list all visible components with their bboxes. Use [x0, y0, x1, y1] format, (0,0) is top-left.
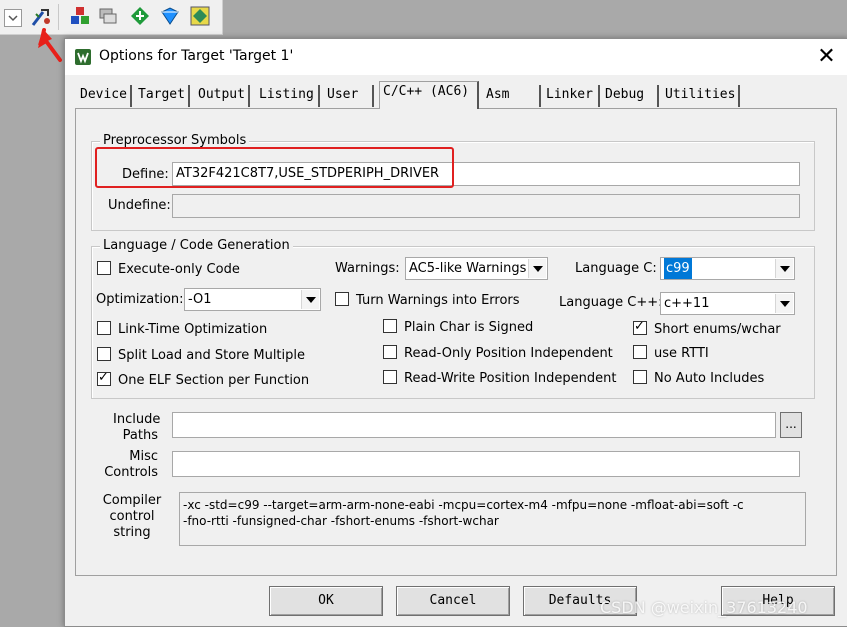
tab-c-cpp-ac6[interactable]: C/C++ (AC6) [379, 81, 479, 109]
use-rtti-box[interactable] [633, 345, 647, 359]
language-c-label: Language C: [575, 261, 657, 276]
tab-asm[interactable]: Asm [483, 85, 541, 107]
optimization-value: -O1 [188, 292, 212, 307]
split-load-label: Split Load and Store Multiple [118, 348, 305, 363]
no-auto-includes-checkbox[interactable]: No Auto Includes [633, 370, 764, 388]
read-only-pi-label: Read-Only Position Independent [404, 346, 613, 361]
ide-toolbar [0, 0, 223, 35]
read-write-pi-checkbox[interactable]: Read-Write Position Independent [383, 370, 616, 388]
execute-only-checkbox[interactable]: Execute-only Code [97, 261, 240, 279]
compiler-control-string-label: Compiler control string [102, 493, 162, 540]
plain-char-label: Plain Char is Signed [404, 320, 534, 335]
ok-button[interactable]: OK [269, 586, 383, 616]
language-c-value: c99 [664, 258, 692, 279]
use-rtti-label: use RTTI [654, 346, 709, 361]
language-cpp-value: c++11 [664, 296, 710, 311]
tab-output[interactable]: Output [195, 85, 250, 107]
include-paths-input[interactable] [172, 412, 776, 438]
options-dialog: Options for Target 'Target 1' ✕ Device T… [64, 38, 847, 627]
close-button[interactable]: ✕ [805, 39, 847, 75]
language-cpp-select[interactable]: c++11 [660, 292, 795, 315]
chevron-down-icon[interactable] [775, 294, 793, 313]
turn-warnings-box[interactable] [335, 292, 349, 306]
dropdown-toggle-icon[interactable] [4, 9, 22, 27]
link-time-optimization-checkbox[interactable]: Link-Time Optimization [97, 321, 267, 339]
cancel-button[interactable]: Cancel [396, 586, 510, 616]
execute-only-box[interactable] [97, 261, 111, 275]
tab-device[interactable]: Device [77, 85, 132, 107]
warnings-label: Warnings: [335, 261, 400, 276]
pack-installer-icon[interactable] [130, 6, 150, 26]
toolbar-separator [58, 4, 59, 30]
language-group-title: Language / Code Generation [100, 238, 293, 253]
file-extensions-icon[interactable] [98, 6, 118, 26]
one-elf-label: One ELF Section per Function [118, 373, 310, 388]
include-paths-label: Include Paths [113, 412, 161, 443]
warnings-select[interactable]: AC5-like Warnings [405, 257, 548, 280]
select-software-packs-icon[interactable] [160, 6, 180, 26]
link-time-label: Link-Time Optimization [118, 322, 268, 337]
one-elf-box[interactable] [97, 370, 111, 386]
optimization-select[interactable]: -O1 [184, 288, 321, 311]
highlight-annotation-box [95, 147, 454, 188]
misc-controls-label: Misc Controls [104, 449, 158, 480]
short-enums-label: Short enums/wchar [654, 322, 781, 337]
use-rtti-checkbox[interactable]: use RTTI [633, 345, 709, 363]
title-bar[interactable]: Options for Target 'Target 1' ✕ [65, 39, 847, 75]
optimization-label: Optimization: [96, 292, 184, 307]
tab-user[interactable]: User [324, 85, 374, 107]
preprocessor-group-title: Preprocessor Symbols [100, 133, 250, 148]
warnings-value: AC5-like Warnings [409, 261, 527, 276]
options-for-target-icon[interactable] [30, 6, 50, 26]
read-write-pi-label: Read-Write Position Independent [404, 371, 617, 386]
undefine-label: Undefine: [108, 198, 171, 213]
short-enums-wchar-checkbox[interactable]: Short enums/wchar [633, 319, 781, 339]
tab-linker[interactable]: Linker [543, 85, 600, 107]
no-auto-includes-box[interactable] [633, 370, 647, 384]
no-auto-includes-label: No Auto Includes [654, 371, 765, 386]
chevron-down-icon[interactable] [775, 259, 793, 278]
watermark: CSDN @weixin_37613240 [600, 598, 808, 617]
split-load-store-checkbox[interactable]: Split Load and Store Multiple [97, 347, 305, 365]
read-only-pi-box[interactable] [383, 345, 397, 359]
short-enums-box[interactable] [633, 319, 647, 335]
undefine-input[interactable] [172, 194, 800, 218]
compiler-control-string-field[interactable]: -xc -std=c99 --target=arm-arm-none-eabi … [179, 492, 806, 546]
split-load-box[interactable] [97, 347, 111, 361]
language-cpp-label: Language C++: [559, 295, 663, 310]
language-c-select[interactable]: c99 [660, 257, 795, 280]
turn-warnings-label: Turn Warnings into Errors [356, 293, 520, 308]
execute-only-label: Execute-only Code [118, 262, 240, 277]
link-time-box[interactable] [97, 321, 111, 335]
tab-listing[interactable]: Listing [256, 85, 320, 107]
plain-char-signed-checkbox[interactable]: Plain Char is Signed [383, 319, 533, 337]
read-only-pi-checkbox[interactable]: Read-Only Position Independent [383, 345, 613, 363]
keil-app-icon [75, 49, 91, 65]
chevron-down-icon[interactable] [301, 290, 319, 309]
dialog-title: Options for Target 'Target 1' [99, 48, 294, 64]
event-recorder-icon[interactable] [190, 6, 210, 26]
tab-utilities[interactable]: Utilities [662, 85, 740, 107]
chevron-down-icon[interactable] [528, 259, 546, 278]
turn-warnings-into-errors-checkbox[interactable]: Turn Warnings into Errors [335, 292, 520, 310]
read-write-pi-box[interactable] [383, 370, 397, 384]
one-elf-section-checkbox[interactable]: One ELF Section per Function [97, 370, 310, 390]
compiler-string-line-2: -fno-rtti -funsigned-char -fshort-enums … [183, 514, 499, 528]
misc-controls-input[interactable] [172, 451, 800, 477]
plain-char-box[interactable] [383, 319, 397, 333]
manage-components-icon[interactable] [70, 6, 90, 26]
compiler-string-line-1: -xc -std=c99 --target=arm-arm-none-eabi … [183, 498, 744, 512]
browse-include-paths-button[interactable]: ... [780, 412, 802, 438]
tab-target[interactable]: Target [135, 85, 190, 107]
tab-debug[interactable]: Debug [602, 85, 659, 107]
